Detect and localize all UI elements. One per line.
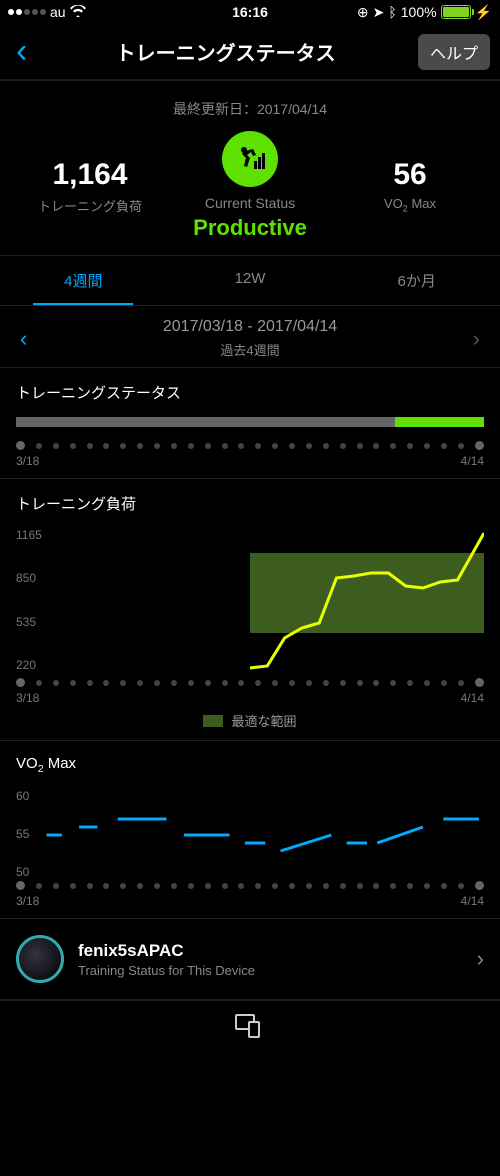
ios-status-bar: au 16:16 ⊕ ➤ ᛒ 100% ⚡ (0, 0, 500, 24)
clock-label: 16:16 (232, 4, 268, 20)
date-next-button[interactable]: › (469, 326, 484, 352)
load-dot-axis (16, 678, 484, 687)
vo2-dot-axis (16, 881, 484, 890)
training-status-bar (16, 417, 484, 427)
wifi-icon (70, 4, 86, 20)
current-status-value: Productive (170, 215, 330, 241)
training-load-label: トレーニング負荷 (10, 196, 170, 215)
devices-icon[interactable] (235, 1014, 265, 1043)
runner-icon (222, 131, 278, 187)
help-button[interactable]: ヘルプ (418, 34, 490, 70)
nav-bar: ‹ トレーニングステータス ヘルプ (0, 24, 500, 80)
orientation-lock-icon: ⊕ (357, 4, 369, 21)
last-update-label: 最終更新日：2017/04/14 (0, 99, 500, 119)
date-prev-button[interactable]: ‹ (16, 326, 31, 352)
location-icon: ➤ (373, 4, 385, 21)
date-range-label: 2017/03/18 - 2017/04/14 (163, 318, 337, 336)
training-status-section: トレーニングステータス 3/18 4/14 (0, 367, 500, 478)
battery-percent: 100% (401, 4, 437, 20)
device-sub: Training Status for This Device (78, 963, 463, 978)
tab-4weeks[interactable]: 4週間 (0, 256, 167, 305)
tab-12w[interactable]: 12W (167, 256, 334, 305)
vo2max-section: VO2 Max 60 55 50 3/18 4/14 (0, 740, 500, 918)
status-dot-axis (16, 441, 484, 450)
chevron-right-icon: › (477, 946, 484, 972)
training-load-chart: 1165 850 535 220 (16, 528, 484, 678)
vo2max-chart: 60 55 50 (16, 789, 484, 881)
vo2max-title: VO2 Max (16, 755, 484, 775)
date-navigator: ‹ 2017/03/18 - 2017/04/14 過去4週間 › (0, 306, 500, 367)
current-status-label: Current Status (170, 195, 330, 211)
range-tabs: 4週間 12W 6か月 (0, 255, 500, 306)
vo2max-value: 56 (330, 158, 490, 192)
bluetooth-icon: ᛒ (388, 4, 396, 20)
vo2max-label: VO2 Max (330, 196, 490, 214)
axis-start: 3/18 (16, 454, 39, 468)
watch-icon (16, 935, 64, 983)
back-button[interactable]: ‹ (10, 32, 33, 71)
training-load-title: トレーニング負荷 (16, 493, 484, 514)
date-sub-label: 過去4週間 (163, 340, 337, 359)
load-legend: 最適な範囲 (16, 711, 484, 730)
battery-icon (441, 5, 471, 19)
bottom-toolbar (0, 1000, 500, 1056)
signal-dots-icon (8, 9, 46, 15)
optimal-range-swatch (203, 715, 223, 727)
charging-icon: ⚡ (475, 4, 492, 21)
training-load-value: 1,164 (10, 158, 170, 192)
current-status-metric: Current Status Productive (170, 131, 330, 241)
page-title: トレーニングステータス (116, 37, 336, 66)
summary-panel: 最終更新日：2017/04/14 1,164 トレーニング負荷 Current … (0, 80, 500, 255)
device-row[interactable]: fenix5sAPAC Training Status for This Dev… (0, 918, 500, 1000)
tab-6months[interactable]: 6か月 (333, 256, 500, 305)
training-load-section: トレーニング負荷 1165 850 535 220 3/18 4/14 最適な範… (0, 478, 500, 740)
carrier-label: au (50, 4, 66, 20)
axis-end: 4/14 (461, 454, 484, 468)
training-load-metric: 1,164 トレーニング負荷 (10, 158, 170, 215)
vo2max-metric: 56 VO2 Max (330, 158, 490, 214)
training-status-title: トレーニングステータス (16, 382, 484, 403)
device-name: fenix5sAPAC (78, 941, 463, 961)
